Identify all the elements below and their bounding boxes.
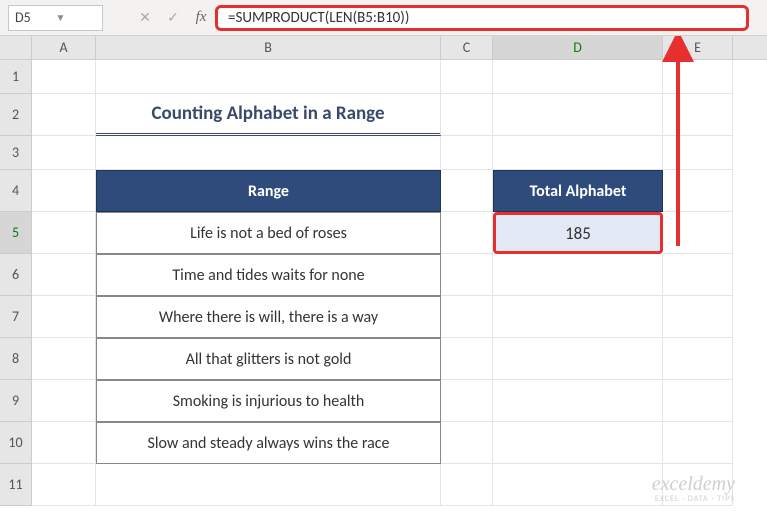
cell[interactable] [96,136,441,170]
cell[interactable] [663,254,733,296]
cell[interactable] [441,60,493,94]
table-row[interactable]: Slow and steady always wins the race [96,422,441,464]
formula-input[interactable]: =SUMPRODUCT(LEN(B5:B10)) [215,5,749,31]
select-all-corner[interactable] [0,36,32,59]
table-row[interactable]: Smoking is injurious to health [96,380,441,422]
result-cell[interactable]: 185 [493,212,663,254]
cell[interactable] [493,254,663,296]
cell[interactable] [32,254,96,296]
cell[interactable] [663,170,733,212]
cell[interactable] [663,136,733,170]
cell[interactable] [441,380,493,422]
cancel-icon[interactable]: ✕ [131,4,159,32]
watermark-tagline: EXCEL · DATA · TIPS [652,495,735,504]
cell[interactable] [96,60,441,94]
row-header[interactable]: 4 [0,170,32,212]
cell-reference: D5 [15,9,56,26]
cell[interactable] [663,296,733,338]
cell[interactable] [32,212,96,254]
column-headers: A B C D E [0,36,767,60]
row-header[interactable]: 9 [0,380,32,422]
cell[interactable] [493,338,663,380]
cell[interactable] [32,422,96,464]
cell[interactable] [493,94,663,136]
col-header-a[interactable]: A [32,36,96,59]
table-row[interactable]: Time and tides waits for none [96,254,441,296]
cell[interactable] [441,464,493,506]
row-header[interactable]: 3 [0,136,32,170]
chevron-down-icon[interactable]: ▼ [56,11,97,24]
cell[interactable] [493,296,663,338]
row-header[interactable]: 2 [0,94,32,136]
cell[interactable] [96,464,441,506]
header-range[interactable]: Range [96,170,441,212]
cell[interactable] [493,60,663,94]
col-header-e[interactable]: E [663,36,733,59]
cell[interactable] [441,254,493,296]
watermark: exceldemy EXCEL · DATA · TIPS [652,473,735,504]
cell[interactable] [32,60,96,94]
cell[interactable] [441,212,493,254]
row-header[interactable]: 1 [0,60,32,94]
grid-rows: 1 2 Counting Alphabet in a Range 3 [0,60,767,506]
cell[interactable] [663,422,733,464]
cell[interactable] [493,380,663,422]
watermark-name: exceldemy [652,473,735,495]
cell[interactable] [493,464,663,506]
fx-icon[interactable]: fx [187,4,215,32]
cell[interactable] [493,422,663,464]
title-cell[interactable]: Counting Alphabet in a Range [96,94,441,136]
col-header-c[interactable]: C [441,36,493,59]
formula-bar: D5 ▼ ✕ ✓ fx =SUMPRODUCT(LEN(B5:B10)) [0,0,767,36]
cell[interactable] [493,136,663,170]
cell[interactable] [32,338,96,380]
row-header[interactable]: 11 [0,464,32,506]
row-header[interactable]: 10 [0,422,32,464]
cell[interactable] [32,170,96,212]
name-box[interactable]: D5 ▼ [8,5,103,31]
cell[interactable] [441,94,493,136]
row-header[interactable]: 7 [0,296,32,338]
formula-text: =SUMPRODUCT(LEN(B5:B10)) [228,9,409,27]
row-header[interactable]: 6 [0,254,32,296]
cell[interactable] [32,94,96,136]
cell[interactable] [32,464,96,506]
table-row[interactable]: Where there is will, there is a way [96,296,441,338]
cell[interactable] [441,338,493,380]
cell[interactable] [32,296,96,338]
col-header-b[interactable]: B [96,36,441,59]
table-row[interactable]: Life is not a bed of roses [96,212,441,254]
row-header[interactable]: 8 [0,338,32,380]
header-total[interactable]: Total Alphabet [493,170,663,212]
enter-icon[interactable]: ✓ [159,4,187,32]
cell[interactable] [663,338,733,380]
cell[interactable] [663,94,733,136]
cell[interactable] [663,212,733,254]
cell[interactable] [663,60,733,94]
cell[interactable] [32,136,96,170]
cell[interactable] [441,296,493,338]
cell[interactable] [32,380,96,422]
col-header-d[interactable]: D [493,36,663,59]
cell[interactable] [441,170,493,212]
cell[interactable] [441,136,493,170]
row-header[interactable]: 5 [0,212,32,254]
cell[interactable] [663,380,733,422]
cell[interactable] [441,422,493,464]
table-row[interactable]: All that glitters is not gold [96,338,441,380]
